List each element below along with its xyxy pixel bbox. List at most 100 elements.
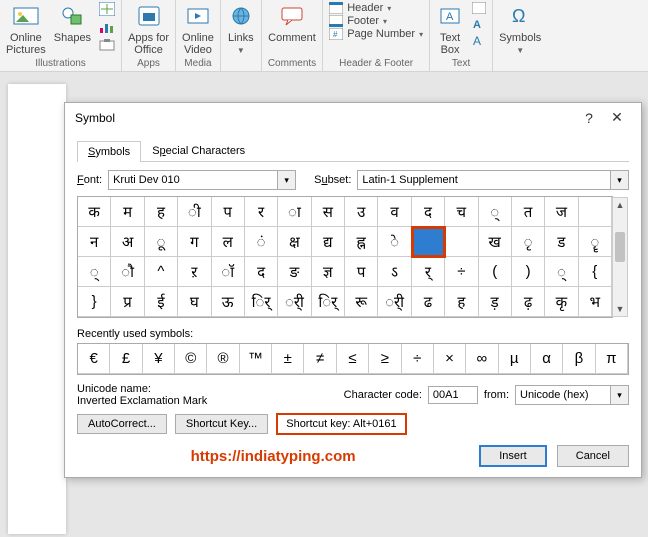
recent-symbol-cell[interactable]: ®	[207, 344, 239, 374]
recent-symbol-cell[interactable]: α	[531, 344, 563, 374]
scroll-down-icon[interactable]: ▼	[613, 302, 627, 316]
font-combo[interactable]: Kruti Dev 010	[108, 170, 278, 190]
recent-symbol-cell[interactable]: ©	[175, 344, 207, 374]
close-button[interactable]: ✕	[603, 109, 631, 126]
recent-symbol-cell[interactable]: ™	[240, 344, 272, 374]
symbol-cell[interactable]: ढ	[412, 287, 445, 317]
cancel-button[interactable]: Cancel	[557, 445, 629, 467]
symbol-cell[interactable]: ू	[145, 227, 178, 257]
symbol-cell[interactable]: ड़	[479, 287, 512, 317]
symbol-cell[interactable]: ्	[479, 197, 512, 227]
symbol-cell[interactable]: ज्ञ	[312, 257, 345, 287]
page[interactable]	[8, 84, 66, 534]
recent-symbol-cell[interactable]: ÷	[402, 344, 434, 374]
apps-for-office-button[interactable]: Apps for Office	[128, 2, 169, 56]
insert-button[interactable]: Insert	[479, 445, 547, 467]
symbol-cell[interactable]: स	[312, 197, 345, 227]
subset-combo[interactable]: Latin-1 Supplement	[357, 170, 611, 190]
symbol-cell[interactable]: क्ष	[278, 227, 311, 257]
symbol-cell[interactable]: ई	[145, 287, 178, 317]
symbol-cell[interactable]: व	[378, 197, 411, 227]
symbol-cell[interactable]: प	[212, 197, 245, 227]
symbol-cell[interactable]: ा	[278, 197, 311, 227]
symbol-cell[interactable]: ग	[178, 227, 211, 257]
tab-special-characters[interactable]: Special Characters	[141, 140, 256, 161]
wordart-icon[interactable]: A	[472, 18, 486, 30]
drop-cap-icon[interactable]: A	[472, 34, 486, 46]
symbol-cell[interactable]	[445, 227, 478, 257]
symbol-cell[interactable]: प	[345, 257, 378, 287]
symbol-cell[interactable]: ॄ	[579, 227, 612, 257]
symbol-cell[interactable]: अ	[111, 227, 144, 257]
recent-symbol-cell[interactable]: ¥	[143, 344, 175, 374]
subset-combo-dropdown[interactable]: ▾	[611, 170, 629, 190]
symbol-cell[interactable]: ऱ	[178, 257, 211, 287]
symbol-cell[interactable]: ^	[145, 257, 178, 287]
symbol-cell[interactable]: र्ी	[278, 287, 311, 317]
symbol-cell[interactable]: च	[445, 197, 478, 227]
footer-button[interactable]: Footer ▾	[329, 15, 423, 27]
font-combo-dropdown[interactable]: ▾	[278, 170, 296, 190]
tab-symbols[interactable]: Symbols	[77, 141, 141, 162]
symbol-cell[interactable]: }	[78, 287, 111, 317]
symbol-cell[interactable]: ौ	[111, 257, 144, 287]
recent-symbol-cell[interactable]: ≠	[304, 344, 336, 374]
recent-symbol-cell[interactable]: €	[78, 344, 110, 374]
symbol-cell[interactable]: {	[579, 257, 612, 287]
symbol-cell[interactable]: र्ी	[378, 287, 411, 317]
shortcut-key-button[interactable]: Shortcut Key...	[175, 414, 268, 434]
symbol-cell[interactable]: )	[512, 257, 545, 287]
symbol-cell[interactable]: प्र	[111, 287, 144, 317]
symbol-cell[interactable]: ज	[545, 197, 578, 227]
symbol-cell[interactable]: र्ि	[245, 287, 278, 317]
symbol-cell[interactable]: र्	[412, 257, 445, 287]
symbol-cell[interactable]: ्	[545, 257, 578, 287]
online-pictures-button[interactable]: Online Pictures	[6, 2, 46, 56]
online-video-button[interactable]: Online Video	[182, 2, 214, 56]
text-box-button[interactable]: A Text Box	[436, 2, 464, 56]
symbol-cell[interactable]: म	[111, 197, 144, 227]
symbol-cell[interactable]: ऽ	[378, 257, 411, 287]
symbol-cell[interactable]: घ	[178, 287, 211, 317]
symbol-cell[interactable]	[579, 197, 612, 227]
recent-symbol-cell[interactable]: ∞	[466, 344, 498, 374]
screenshot-icon[interactable]	[99, 38, 115, 52]
symbol-cell[interactable]: द	[245, 257, 278, 287]
scroll-thumb[interactable]	[615, 232, 625, 262]
recent-symbol-cell[interactable]: ≥	[369, 344, 401, 374]
recent-symbol-cell[interactable]: ×	[434, 344, 466, 374]
chart-icon[interactable]	[99, 20, 115, 34]
recent-symbol-cell[interactable]: £	[110, 344, 142, 374]
help-button[interactable]: ?	[575, 110, 603, 126]
recent-symbol-cell[interactable]: µ	[499, 344, 531, 374]
symbol-cell[interactable]: ्	[78, 257, 111, 287]
recent-symbol-cell[interactable]: ±	[272, 344, 304, 374]
links-button[interactable]: Links ▼	[227, 2, 255, 55]
symbol-cell[interactable]: े	[378, 227, 411, 257]
symbol-cell[interactable]: ं	[245, 227, 278, 257]
symbol-cell[interactable]: ऊ	[212, 287, 245, 317]
symbol-cell[interactable]: ह	[445, 287, 478, 317]
smartart-icon[interactable]	[99, 2, 115, 16]
recent-symbol-cell[interactable]: ≤	[337, 344, 369, 374]
symbol-cell[interactable]: न	[78, 227, 111, 257]
symbol-cell[interactable]: ह्न	[345, 227, 378, 257]
symbol-cell[interactable]: ङ	[278, 257, 311, 287]
symbol-cell[interactable]: ृ	[512, 227, 545, 257]
comment-button[interactable]: Comment	[268, 2, 316, 44]
recent-symbol-cell[interactable]: β	[563, 344, 595, 374]
symbol-cell[interactable]: र्ि	[312, 287, 345, 317]
from-combo[interactable]: Unicode (hex)	[515, 385, 611, 405]
symbol-cell[interactable]: द्य	[312, 227, 345, 257]
symbol-cell[interactable]: रू	[345, 287, 378, 317]
symbol-cell[interactable]: (	[479, 257, 512, 287]
dialog-titlebar[interactable]: Symbol ? ✕	[65, 103, 641, 132]
quick-parts-icon[interactable]	[472, 2, 486, 14]
from-combo-dropdown[interactable]: ▾	[611, 385, 629, 405]
recent-symbols-grid[interactable]: €£¥©®™±≠≤≥÷×∞µαβπ	[77, 343, 629, 375]
recent-symbol-cell[interactable]: π	[596, 344, 628, 374]
symbol-cell[interactable]: ख	[479, 227, 512, 257]
page-number-button[interactable]: #Page Number ▾	[329, 28, 423, 40]
grid-scrollbar[interactable]: ▲ ▼	[612, 197, 628, 317]
symbol-cell[interactable]: ढ़	[512, 287, 545, 317]
